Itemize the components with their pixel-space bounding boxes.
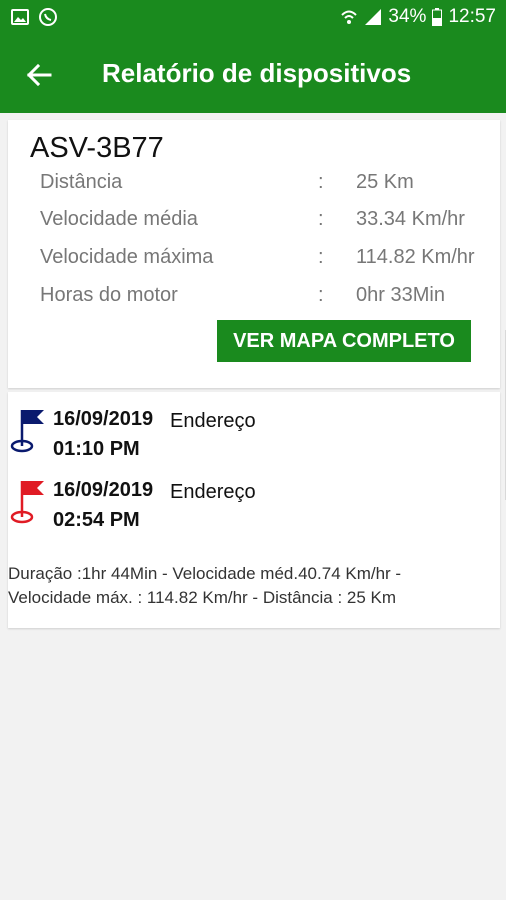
stat-label: Distância (40, 171, 123, 193)
end-address: Endereço (170, 481, 256, 503)
start-address: Endereço (170, 410, 256, 432)
page-title: Relatório de dispositivos (102, 58, 412, 88)
stat-separator: : (318, 208, 324, 230)
stat-value: 25 Km (356, 171, 414, 193)
trip-summary-line-1: Duração :1hr 44Min - Velocidade méd.40.7… (8, 564, 402, 583)
trip-start: 16/09/2019 Endereço 01:10 PM (8, 406, 500, 466)
trip-summary: Duração :1hr 44Min - Velocidade méd.40.7… (8, 562, 498, 610)
end-time: 02:54 PM (53, 509, 140, 531)
stat-separator: : (318, 284, 324, 306)
trip-card: 16/09/2019 Endereço 01:10 PM 16/09/2019 … (8, 392, 500, 628)
start-time: 01:10 PM (53, 438, 140, 460)
battery-icon (432, 8, 443, 26)
gallery-icon (11, 9, 29, 25)
wifi-icon (341, 10, 358, 24)
trip-summary-line-2: Velocidade máx. : 114.82 Km/hr - Distânc… (8, 588, 397, 607)
stat-label: Velocidade máxima (40, 246, 214, 268)
stat-label: Velocidade média (40, 208, 198, 230)
stat-value: 114.82 Km/hr (356, 246, 475, 268)
stat-value: 0hr 33Min (356, 284, 445, 306)
stat-separator: : (318, 171, 324, 193)
stat-row-avg-speed: Velocidade média : 33.34 Km/hr (40, 208, 500, 238)
start-date: 16/09/2019 (53, 408, 154, 430)
app-bar: Relatório de dispositivos (0, 36, 506, 113)
stat-separator: : (318, 246, 324, 268)
battery-percent: 34% (388, 6, 427, 27)
end-date: 16/09/2019 (53, 479, 154, 501)
stat-value: 33.34 Km/hr (356, 208, 465, 230)
stat-row-distance: Distância : 25 Km (40, 171, 500, 201)
back-arrow-icon[interactable] (24, 60, 54, 90)
signal-icon (365, 9, 382, 25)
clock: 12:57 (448, 6, 496, 27)
device-plate: ASV-3B77 (30, 132, 164, 164)
start-flag-icon (10, 410, 44, 453)
status-bar: 34% 12:57 (0, 0, 506, 36)
stat-row-engine-hours: Horas do motor : 0hr 33Min (40, 284, 500, 314)
trip-end: 16/09/2019 Endereço 02:54 PM (8, 477, 500, 537)
stat-row-max-speed: Velocidade máxima : 114.82 Km/hr (40, 246, 500, 276)
device-summary-card: ASV-3B77 Distância : 25 Km Velocidade mé… (8, 120, 506, 500)
stat-label: Horas do motor (40, 284, 178, 306)
view-full-map-button[interactable]: VER MAPA COMPLETO (217, 320, 471, 362)
whatsapp-icon (39, 8, 57, 26)
end-flag-icon (10, 481, 44, 524)
